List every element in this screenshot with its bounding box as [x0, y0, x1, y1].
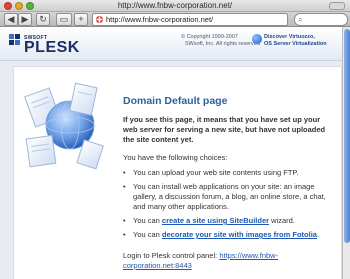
- address-bar[interactable]: http://www.fnbw-corporation.net/: [92, 13, 288, 26]
- page-title: Domain Default page: [123, 95, 228, 107]
- browser-toolbar: ◀ ▶ ↻ ▭ + http://www.fnbw-corporation.ne…: [0, 12, 350, 27]
- favicon-icon: [95, 15, 104, 24]
- plesk-logo[interactable]: SWSOFT PLESK: [8, 31, 88, 57]
- option-ftp-text: You can upload your web site contents us…: [133, 168, 299, 177]
- search-field[interactable]: ⌕: [294, 13, 348, 26]
- plus-icon: +: [78, 14, 84, 24]
- virtuozzo-icon[interactable]: [252, 34, 262, 44]
- default-page-panel: Domain Default page If you see this page…: [13, 66, 342, 279]
- back-icon: ◀: [7, 14, 15, 24]
- documents-globe-illustration: [24, 82, 104, 170]
- list-item-sitebuilder: You can create a site using SiteBuilder …: [123, 216, 333, 226]
- reload-button[interactable]: ↻: [36, 13, 50, 26]
- new-tab-button[interactable]: +: [74, 13, 88, 26]
- add-bookmark-button[interactable]: ▭: [56, 13, 72, 26]
- option-sitebuilder-suffix: wizard.: [269, 216, 295, 225]
- list-item-ftp: You can upload your web site contents us…: [123, 168, 333, 178]
- scrollbar-thumb[interactable]: [344, 29, 350, 243]
- forward-icon: ▶: [21, 14, 29, 24]
- window-title: http://www.fnbw-corporation.net/: [117, 1, 233, 10]
- add-bookmark-icon: ▭: [59, 14, 69, 24]
- back-button[interactable]: ◀: [4, 13, 18, 26]
- browser-window: http://www.fnbw-corporation.net/ ◀ ▶ ↻ ▭…: [0, 0, 350, 279]
- login-line: Login to Plesk control panel: https://ww…: [123, 251, 333, 271]
- fotolia-link[interactable]: decorate your site with images from Foto…: [162, 230, 317, 239]
- option-webapps-text: You can install web applications on your…: [133, 182, 326, 211]
- page-content: SWSOFT PLESK © Copyright 1999-2007 SWsof…: [0, 27, 350, 279]
- intro-text: If you see this page, it means that you …: [123, 115, 326, 144]
- logo-product: PLESK: [24, 39, 80, 56]
- virtuozzo-promo-subtitle[interactable]: OS Server Virtualization: [264, 41, 327, 47]
- toolbar-toggle-button[interactable]: [329, 2, 345, 10]
- choices-label: You have the following choices:: [123, 153, 228, 162]
- forward-button[interactable]: ▶: [18, 13, 32, 26]
- sitebuilder-link[interactable]: create a site using SiteBuilder: [162, 216, 269, 225]
- url-text: http://www.fnbw-corporation.net/: [106, 15, 214, 24]
- search-icon: ⌕: [298, 15, 303, 24]
- list-item-fotolia: You can decorate your site with images f…: [123, 230, 333, 240]
- option-sitebuilder-prefix: You can: [133, 216, 162, 225]
- vertical-scrollbar[interactable]: [342, 27, 350, 279]
- login-prefix: Login to Plesk control panel:: [123, 251, 220, 260]
- reload-icon: ↻: [39, 14, 47, 24]
- list-item-webapps: You can install web applications on your…: [123, 182, 333, 212]
- plesk-header: SWSOFT PLESK © Copyright 1999-2007 SWsof…: [0, 27, 342, 61]
- copyright-holder: SWsoft, Inc. All rights reserved: [185, 41, 260, 47]
- choices-list: You can upload your web site contents us…: [123, 168, 333, 244]
- title-bar[interactable]: http://www.fnbw-corporation.net/: [0, 0, 350, 12]
- option-fotolia-prefix: You can: [133, 230, 162, 239]
- swsoft-logo-icon: [9, 34, 20, 45]
- option-fotolia-suffix: .: [316, 230, 320, 239]
- virtuozzo-promo-title[interactable]: Discover Virtuozzo,: [264, 34, 315, 40]
- copyright-line: © Copyright 1999-2007: [181, 34, 238, 40]
